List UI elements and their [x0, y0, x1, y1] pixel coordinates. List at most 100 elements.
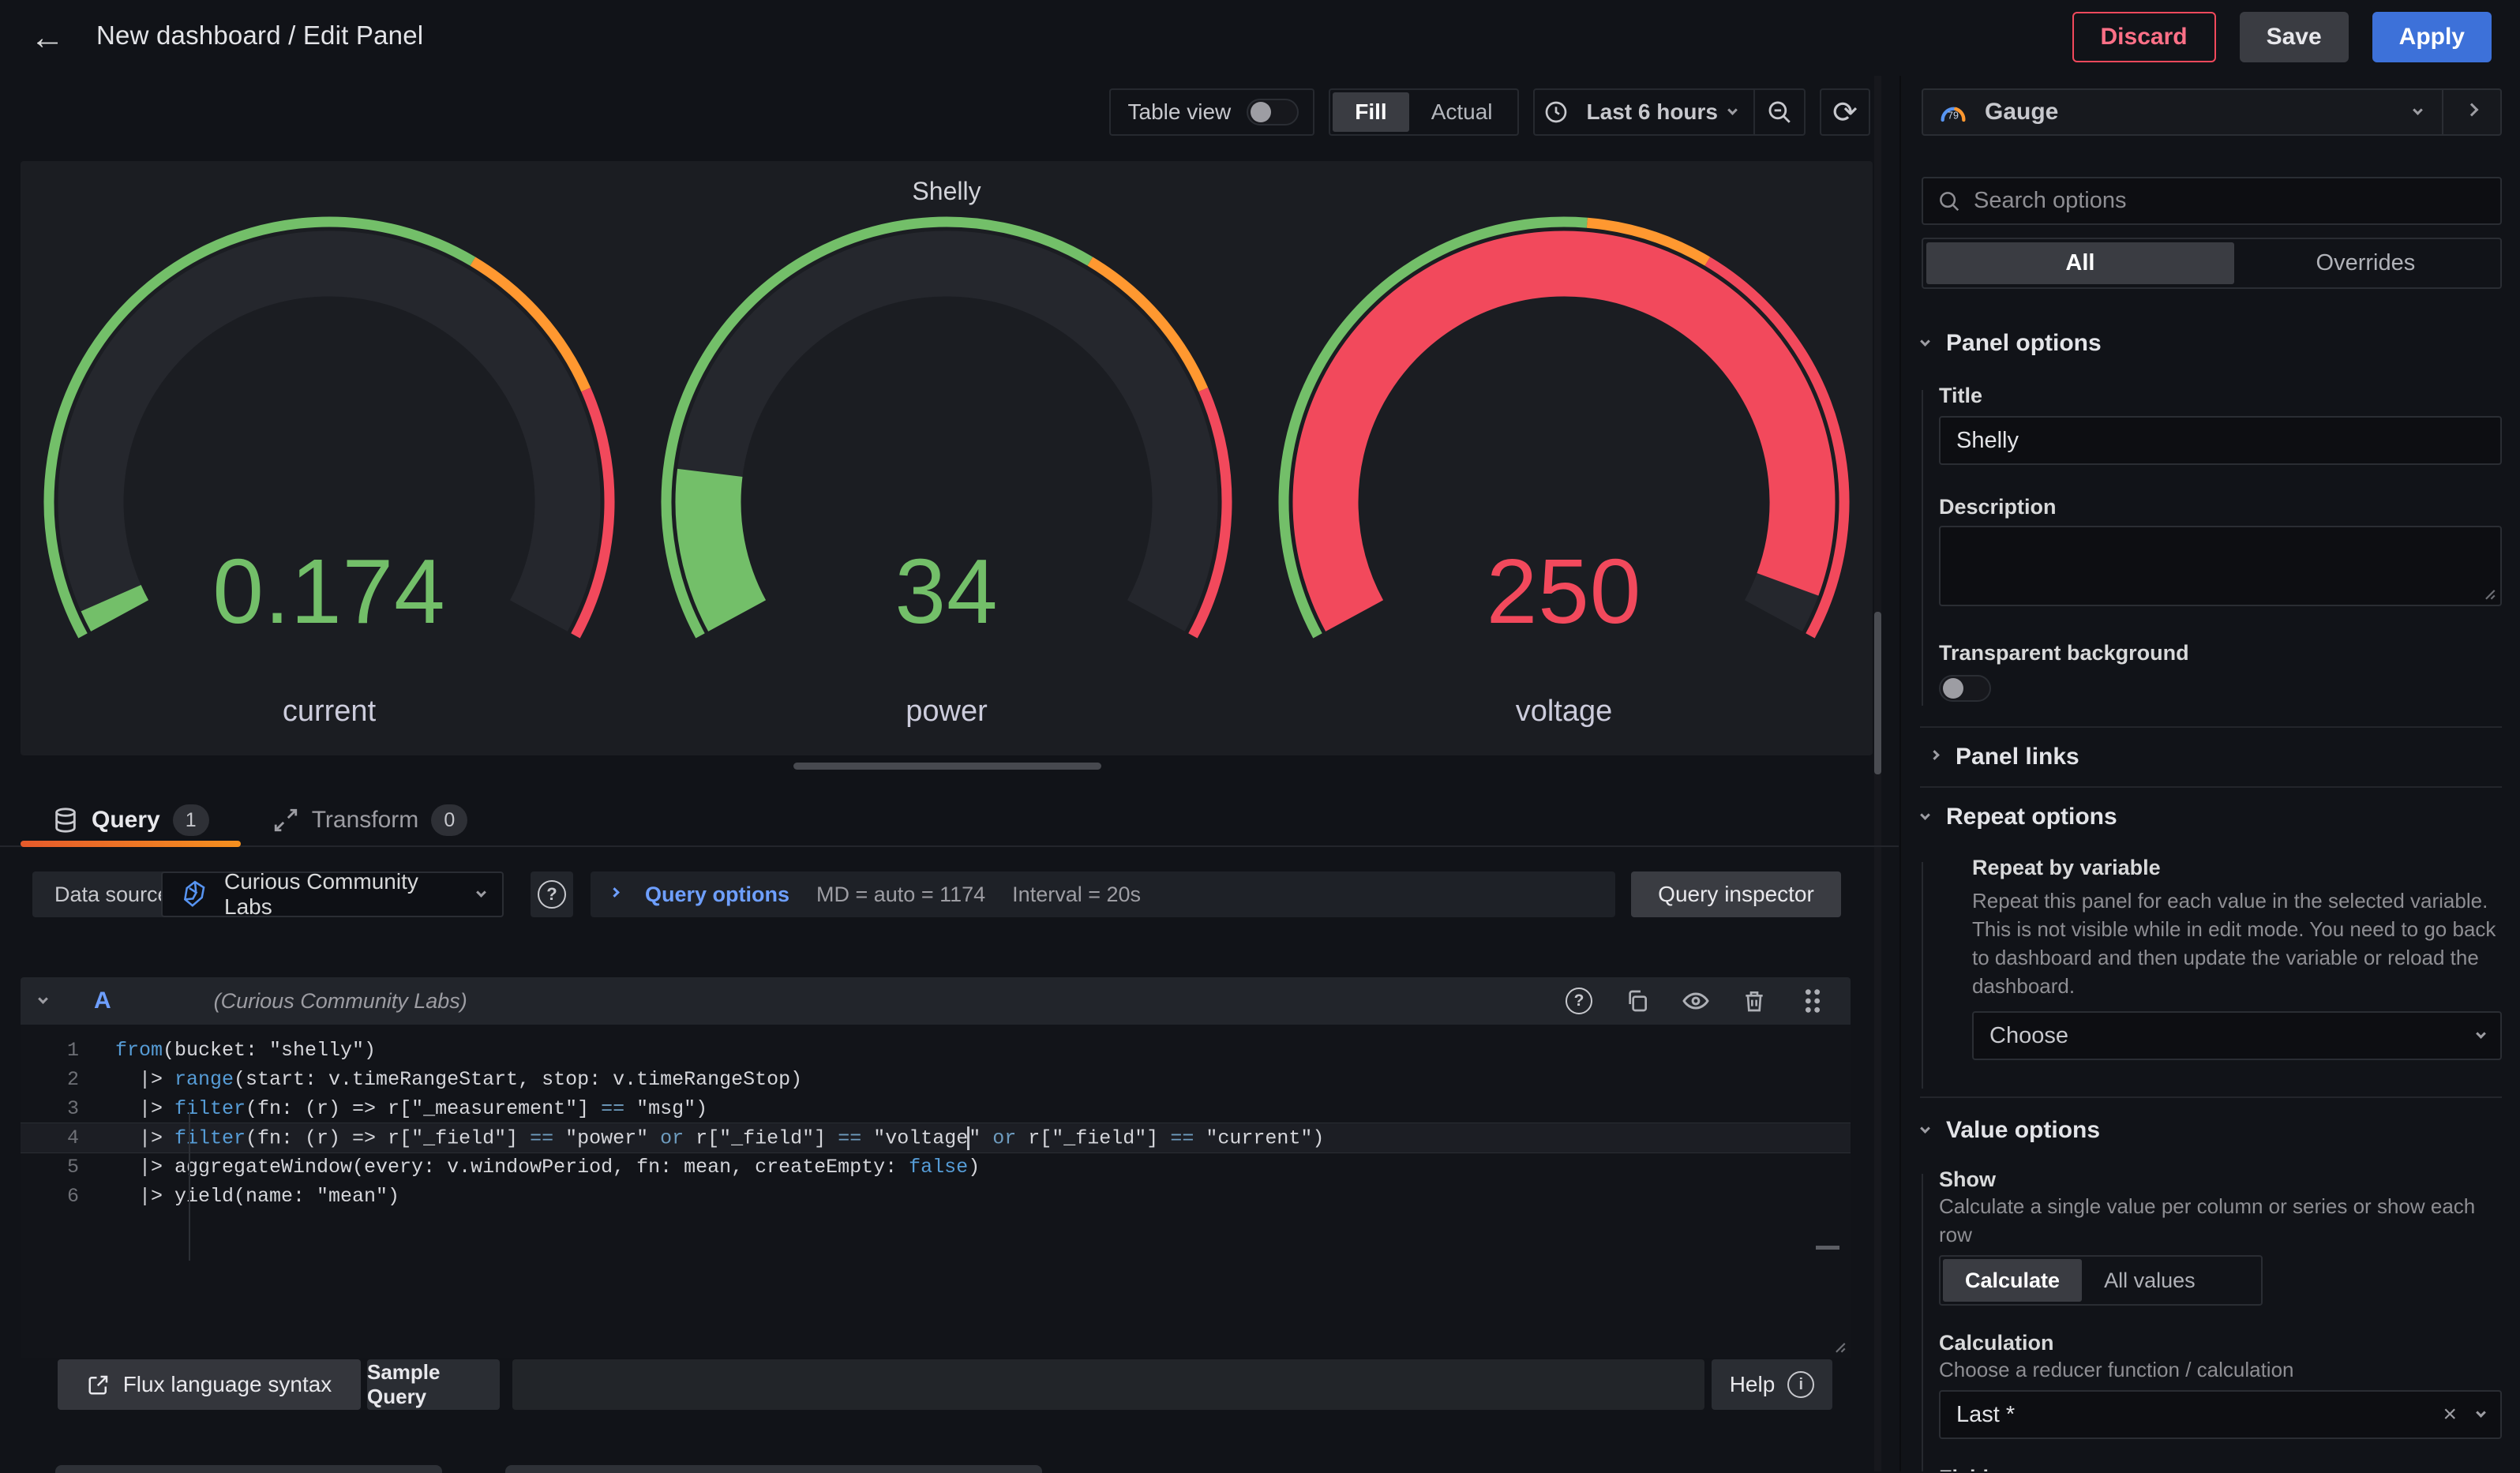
code-line-5[interactable]: 5 |> aggregateWindow(every: v.windowPeri…	[21, 1153, 1851, 1182]
panel-title-input[interactable]: Shelly	[1939, 416, 2502, 465]
tab-transform[interactable]: Transform 0	[241, 795, 500, 845]
datasource-select[interactable]: Curious Community Labs	[161, 871, 504, 917]
calculation-value: Last *	[1956, 1402, 2443, 1428]
copy-icon	[1625, 988, 1650, 1014]
fill-actual-segmented: Fill Actual	[1329, 88, 1518, 136]
panel-options-title: Panel options	[1946, 330, 2102, 357]
section-repeat-options[interactable]: Repeat options	[1922, 804, 2502, 830]
flux-syntax-button[interactable]: Flux language syntax	[58, 1359, 361, 1410]
fields-label: Fields	[1939, 1466, 2502, 1471]
code-line-2[interactable]: 2 |> range(start: v.timeRangeStart, stop…	[21, 1065, 1851, 1094]
tab-transform-label: Transform	[312, 807, 419, 834]
delete-query-button[interactable]	[1738, 985, 1770, 1017]
query-editor-header[interactable]: A (Curious Community Labs) ?	[21, 977, 1851, 1025]
gauge-columns: 0.174current34power250voltage	[21, 161, 1873, 755]
calculation-label: Calculation	[1939, 1331, 2502, 1355]
all-values-option[interactable]: All values	[2082, 1259, 2218, 1302]
info-icon: i	[1787, 1371, 1814, 1398]
tab-overrides[interactable]: Overrides	[2234, 242, 2497, 284]
add-query-button-partial[interactable]	[55, 1465, 442, 1473]
section-panel-links[interactable]: Panel links	[1931, 744, 2502, 770]
flux-code-editor[interactable]: 1from(bucket: "shelly")2 |> range(start:…	[21, 1025, 1851, 1358]
clear-icon[interactable]: ×	[2443, 1401, 2457, 1428]
gauge-value-current: 0.174	[21, 538, 638, 644]
editor-resize-handle[interactable]	[1827, 1334, 1847, 1355]
calculation-select[interactable]: Last * ×	[1939, 1390, 2502, 1439]
chevron-down-icon	[1920, 336, 1930, 347]
add-expression-button-partial[interactable]	[505, 1465, 1042, 1473]
duplicate-query-button[interactable]	[1622, 985, 1653, 1017]
description-textarea[interactable]	[1939, 526, 2502, 606]
actual-option[interactable]: Actual	[1409, 92, 1515, 132]
time-range-group: Last 6 hours	[1533, 88, 1806, 136]
back-arrow-icon[interactable]: ←	[27, 19, 68, 57]
calculation-description: Choose a reducer function / calculation	[1939, 1355, 2502, 1384]
repeat-select-value: Choose	[1989, 1023, 2477, 1049]
main-scrollbar[interactable]	[1874, 76, 1881, 1471]
trash-icon	[1742, 988, 1767, 1014]
chevron-down-icon	[1920, 1123, 1930, 1134]
options-search-placeholder: Search options	[1974, 188, 2126, 214]
code-line-1[interactable]: 1from(bucket: "shelly")	[21, 1036, 1851, 1065]
collapse-pane-button[interactable]	[2443, 90, 2500, 134]
main-area: Table view Fill Actual Last 6 hours ⟳	[0, 76, 1899, 1471]
refresh-button[interactable]: ⟳	[1820, 88, 1870, 136]
section-panel-options[interactable]: Panel options	[1922, 330, 2502, 357]
chevron-down-icon	[1727, 105, 1738, 115]
breadcrumb: New dashboard / Edit Panel	[96, 21, 423, 51]
datasource-help-button[interactable]: ?	[531, 871, 573, 917]
code-line-6[interactable]: 6 |> yield(name: "mean")	[21, 1182, 1851, 1211]
line-number: 2	[21, 1068, 115, 1091]
datasource-row: Data source Curious Community Labs ? Que…	[0, 871, 1899, 917]
query-options-link[interactable]: Query options	[645, 883, 789, 907]
transform-count-badge: 0	[431, 804, 467, 836]
textarea-resize-handle[interactable]	[2477, 581, 2497, 602]
line-number: 6	[21, 1185, 115, 1208]
tab-query[interactable]: Query 1	[21, 795, 241, 845]
view-toolbar: Table view Fill Actual Last 6 hours ⟳	[1109, 88, 1871, 136]
query-inspector-button[interactable]: Query inspector	[1631, 871, 1841, 917]
code-line-3[interactable]: 3 |> filter(fn: (r) => r["_measurement"]…	[21, 1094, 1851, 1123]
line-number: 3	[21, 1097, 115, 1120]
drag-query-handle[interactable]	[1797, 985, 1828, 1017]
fill-option[interactable]: Fill	[1333, 92, 1408, 132]
repeat-variable-label: Repeat by variable	[1972, 856, 2502, 880]
calculate-option[interactable]: Calculate	[1943, 1259, 2082, 1302]
table-view-toggle[interactable]	[1247, 99, 1299, 126]
editor-footer: Flux language syntax Sample Query Help i	[0, 1359, 1899, 1410]
datasource-name: Curious Community Labs	[224, 869, 463, 920]
save-button[interactable]: Save	[2240, 12, 2349, 62]
query-datasource-hint: (Curious Community Labs)	[214, 989, 467, 1014]
line-number: 5	[21, 1156, 115, 1179]
toggle-visibility-button[interactable]	[1680, 985, 1712, 1017]
influxdb-icon	[180, 879, 210, 909]
gauge-value-power: 34	[638, 538, 1255, 644]
collapse-chevron-icon[interactable]	[38, 994, 48, 1004]
tab-all[interactable]: All	[1926, 242, 2234, 284]
chevron-down-icon	[476, 887, 486, 898]
repeat-variable-select[interactable]: Choose	[1972, 1011, 2502, 1060]
query-help-button[interactable]: ?	[1563, 985, 1595, 1017]
scrollbar-thumb[interactable]	[1874, 612, 1881, 774]
repeat-options-title: Repeat options	[1946, 804, 2117, 830]
table-view-label: Table view	[1111, 99, 1247, 125]
apply-button[interactable]: Apply	[2372, 12, 2492, 62]
show-label: Show	[1939, 1168, 2502, 1192]
visualization-picker[interactable]: 79 Gauge	[1922, 88, 2502, 136]
transparent-bg-toggle[interactable]	[1939, 675, 1991, 702]
pane-resize-handle[interactable]	[793, 763, 1101, 770]
gauge-voltage: 250voltage	[1255, 161, 1873, 755]
visualization-name: Gauge	[1985, 99, 2414, 126]
help-button[interactable]: Help i	[1712, 1359, 1832, 1410]
query-ref: A	[94, 988, 111, 1014]
sample-query-button[interactable]: Sample Query	[367, 1359, 500, 1410]
show-radio-group: Calculate All values	[1939, 1255, 2263, 1306]
section-value-options[interactable]: Value options	[1922, 1117, 2502, 1144]
gauge-value-voltage: 250	[1255, 538, 1873, 644]
code-line-4[interactable]: 4 |> filter(fn: (r) => r["_field"] == "p…	[21, 1123, 1851, 1153]
discard-button[interactable]: Discard	[2072, 12, 2216, 62]
time-range-value[interactable]: Last 6 hours	[1587, 99, 1718, 125]
zoom-out-icon[interactable]	[1755, 90, 1804, 134]
gauge-panel: Shelly 0.174current34power250voltage	[21, 161, 1873, 755]
options-search[interactable]: Search options	[1922, 177, 2502, 225]
